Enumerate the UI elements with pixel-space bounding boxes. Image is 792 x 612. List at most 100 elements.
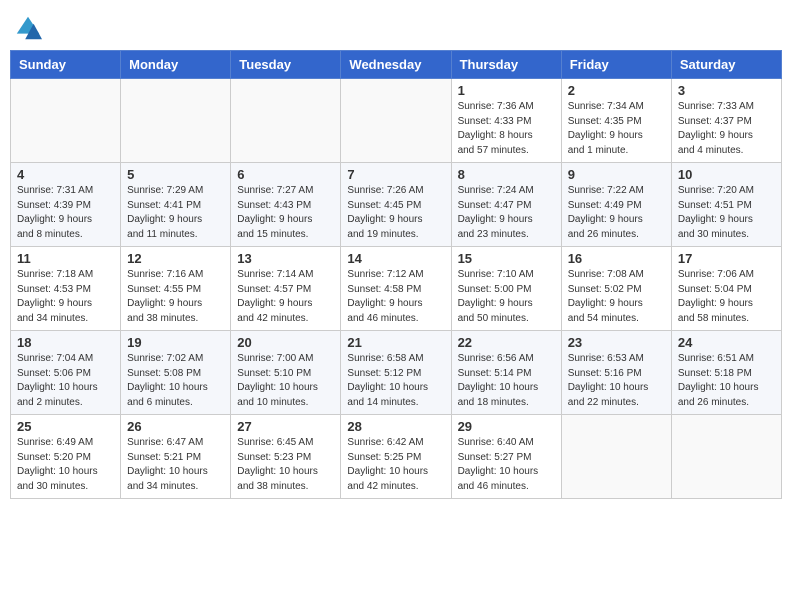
calendar-cell: 24 Sunrise: 6:51 AMSunset: 5:18 PMDayligh…: [671, 331, 781, 415]
day-number: 24: [678, 335, 775, 350]
day-info: Sunrise: 7:18 AMSunset: 4:53 PMDaylight:…: [17, 268, 114, 326]
calendar-cell: 5Sunrise: 7:29 AMSunset: 4:41 PMDaylight…: [121, 163, 231, 247]
day-number: 8: [458, 167, 555, 182]
day-number: 27: [237, 419, 334, 434]
week-row-1: 1 Sunrise: 7:36 AMSunset: 4:33 PMDaylight…: [11, 79, 782, 163]
header: [10, 10, 782, 42]
calendar-cell: 8 Sunrise: 7:24 AMSunset: 4:47 PMDaylight…: [451, 163, 561, 247]
day-info: Sunrise: 7:14 AMSunset: 4:57 PMDaylight:…: [237, 268, 334, 326]
day-number: 29: [458, 419, 555, 434]
calendar-cell: 23 Sunrise: 6:53 AMSunset: 5:16 PMDayligh…: [561, 331, 671, 415]
week-row-5: 25 Sunrise: 6:49 AMSunset: 5:20 PMDayligh…: [11, 415, 782, 499]
calendar-cell: [561, 415, 671, 499]
calendar-cell: 7 Sunrise: 7:26 AMSunset: 4:45 PMDaylight…: [341, 163, 451, 247]
day-number: 18: [17, 335, 114, 350]
calendar-cell: 28Sunrise: 6:42 AMSunset: 5:25 PMDayligh…: [341, 415, 451, 499]
day-number: 22: [458, 335, 555, 350]
day-info: Sunrise: 7:24 AMSunset: 4:47 PMDaylight:…: [458, 184, 555, 242]
calendar-cell: 19 Sunrise: 7:02 AMSunset: 5:08 PMDayligh…: [121, 331, 231, 415]
column-header-friday: Friday: [561, 51, 671, 79]
calendar-cell: 6 Sunrise: 7:27 AMSunset: 4:43 PMDaylight…: [231, 163, 341, 247]
calendar-cell: 17 Sunrise: 7:06 AMSunset: 5:04 PMDayligh…: [671, 247, 781, 331]
day-info: Sunrise: 7:12 AMSunset: 4:58 PMDaylight:…: [347, 268, 444, 326]
day-number: 20: [237, 335, 334, 350]
day-number: 11: [17, 251, 114, 266]
day-number: 26: [127, 419, 224, 434]
column-header-saturday: Saturday: [671, 51, 781, 79]
day-info: Sunrise: 7:34 AMSunset: 4:35 PMDaylight:…: [568, 100, 665, 158]
day-info: Sunrise: 6:58 AMSunset: 5:12 PMDaylight:…: [347, 352, 444, 410]
calendar-cell: 11 Sunrise: 7:18 AMSunset: 4:53 PMDayligh…: [11, 247, 121, 331]
calendar-cell: 20 Sunrise: 7:00 AMSunset: 5:10 PMDayligh…: [231, 331, 341, 415]
day-info: Sunrise: 7:02 AMSunset: 5:08 PMDaylight:…: [127, 352, 224, 410]
calendar-cell: 25 Sunrise: 6:49 AMSunset: 5:20 PMDayligh…: [11, 415, 121, 499]
calendar-cell: 15 Sunrise: 7:10 AMSunset: 5:00 PMDayligh…: [451, 247, 561, 331]
day-info: Sunrise: 7:10 AMSunset: 5:00 PMDaylight:…: [458, 268, 555, 326]
day-number: 25: [17, 419, 114, 434]
day-number: 13: [237, 251, 334, 266]
day-number: 5: [127, 167, 224, 182]
week-row-2: 4Sunrise: 7:31 AMSunset: 4:39 PMDaylight…: [11, 163, 782, 247]
calendar-cell: [11, 79, 121, 163]
calendar-cell: 9 Sunrise: 7:22 AMSunset: 4:49 PMDaylight…: [561, 163, 671, 247]
day-info: Sunrise: 7:26 AMSunset: 4:45 PMDaylight:…: [347, 184, 444, 242]
day-info: Sunrise: 7:27 AMSunset: 4:43 PMDaylight:…: [237, 184, 334, 242]
day-number: 16: [568, 251, 665, 266]
calendar-cell: [341, 79, 451, 163]
day-info: Sunrise: 6:53 AMSunset: 5:16 PMDaylight:…: [568, 352, 665, 410]
calendar-cell: 29 Sunrise: 6:40 AMSunset: 5:27 PMDayligh…: [451, 415, 561, 499]
calendar-cell: 26 Sunrise: 6:47 AMSunset: 5:21 PMDayligh…: [121, 415, 231, 499]
day-info: Sunrise: 7:08 AMSunset: 5:02 PMDaylight:…: [568, 268, 665, 326]
week-row-3: 11 Sunrise: 7:18 AMSunset: 4:53 PMDayligh…: [11, 247, 782, 331]
calendar-cell: 10 Sunrise: 7:20 AMSunset: 4:51 PMDayligh…: [671, 163, 781, 247]
day-number: 2: [568, 83, 665, 98]
day-info: Sunrise: 7:36 AMSunset: 4:33 PMDaylight:…: [458, 100, 555, 158]
day-info: Sunrise: 7:04 AMSunset: 5:06 PMDaylight:…: [17, 352, 114, 410]
day-info: Sunrise: 6:40 AMSunset: 5:27 PMDaylight:…: [458, 436, 555, 494]
day-info: Sunrise: 6:49 AMSunset: 5:20 PMDaylight:…: [17, 436, 114, 494]
day-info: Sunrise: 7:06 AMSunset: 5:04 PMDaylight:…: [678, 268, 775, 326]
column-header-tuesday: Tuesday: [231, 51, 341, 79]
day-info: Sunrise: 6:51 AMSunset: 5:18 PMDaylight:…: [678, 352, 775, 410]
day-number: 17: [678, 251, 775, 266]
day-number: 12: [127, 251, 224, 266]
logo: [14, 14, 44, 42]
column-header-thursday: Thursday: [451, 51, 561, 79]
day-number: 10: [678, 167, 775, 182]
column-header-monday: Monday: [121, 51, 231, 79]
day-info: Sunrise: 7:22 AMSunset: 4:49 PMDaylight:…: [568, 184, 665, 242]
calendar-cell: 1 Sunrise: 7:36 AMSunset: 4:33 PMDaylight…: [451, 79, 561, 163]
calendar-cell: 21 Sunrise: 6:58 AMSunset: 5:12 PMDayligh…: [341, 331, 451, 415]
calendar-cell: 16 Sunrise: 7:08 AMSunset: 5:02 PMDayligh…: [561, 247, 671, 331]
week-row-4: 18 Sunrise: 7:04 AMSunset: 5:06 PMDayligh…: [11, 331, 782, 415]
day-info: Sunrise: 6:42 AMSunset: 5:25 PMDaylight:…: [347, 436, 444, 494]
day-number: 19: [127, 335, 224, 350]
day-number: 3: [678, 83, 775, 98]
day-number: 6: [237, 167, 334, 182]
day-number: 9: [568, 167, 665, 182]
day-info: Sunrise: 6:45 AMSunset: 5:23 PMDaylight:…: [237, 436, 334, 494]
day-number: 1: [458, 83, 555, 98]
day-info: Sunrise: 7:00 AMSunset: 5:10 PMDaylight:…: [237, 352, 334, 410]
calendar-cell: [671, 415, 781, 499]
day-number: 15: [458, 251, 555, 266]
calendar-cell: 27 Sunrise: 6:45 AMSunset: 5:23 PMDayligh…: [231, 415, 341, 499]
column-header-sunday: Sunday: [11, 51, 121, 79]
day-info: Sunrise: 7:16 AMSunset: 4:55 PMDaylight:…: [127, 268, 224, 326]
day-info: Sunrise: 6:56 AMSunset: 5:14 PMDaylight:…: [458, 352, 555, 410]
day-number: 7: [347, 167, 444, 182]
day-number: 23: [568, 335, 665, 350]
day-info: Sunrise: 7:33 AMSunset: 4:37 PMDaylight:…: [678, 100, 775, 158]
day-info: Sunrise: 7:20 AMSunset: 4:51 PMDaylight:…: [678, 184, 775, 242]
calendar-cell: 4Sunrise: 7:31 AMSunset: 4:39 PMDaylight…: [11, 163, 121, 247]
day-info: Sunrise: 6:47 AMSunset: 5:21 PMDaylight:…: [127, 436, 224, 494]
calendar-cell: 22 Sunrise: 6:56 AMSunset: 5:14 PMDayligh…: [451, 331, 561, 415]
day-number: 21: [347, 335, 444, 350]
calendar-cell: 2 Sunrise: 7:34 AMSunset: 4:35 PMDaylight…: [561, 79, 671, 163]
calendar-cell: 14Sunrise: 7:12 AMSunset: 4:58 PMDayligh…: [341, 247, 451, 331]
calendar-cell: 13 Sunrise: 7:14 AMSunset: 4:57 PMDayligh…: [231, 247, 341, 331]
day-info: Sunrise: 7:31 AMSunset: 4:39 PMDaylight:…: [17, 184, 114, 242]
column-header-wednesday: Wednesday: [341, 51, 451, 79]
calendar-cell: [121, 79, 231, 163]
calendar-cell: 12 Sunrise: 7:16 AMSunset: 4:55 PMDayligh…: [121, 247, 231, 331]
